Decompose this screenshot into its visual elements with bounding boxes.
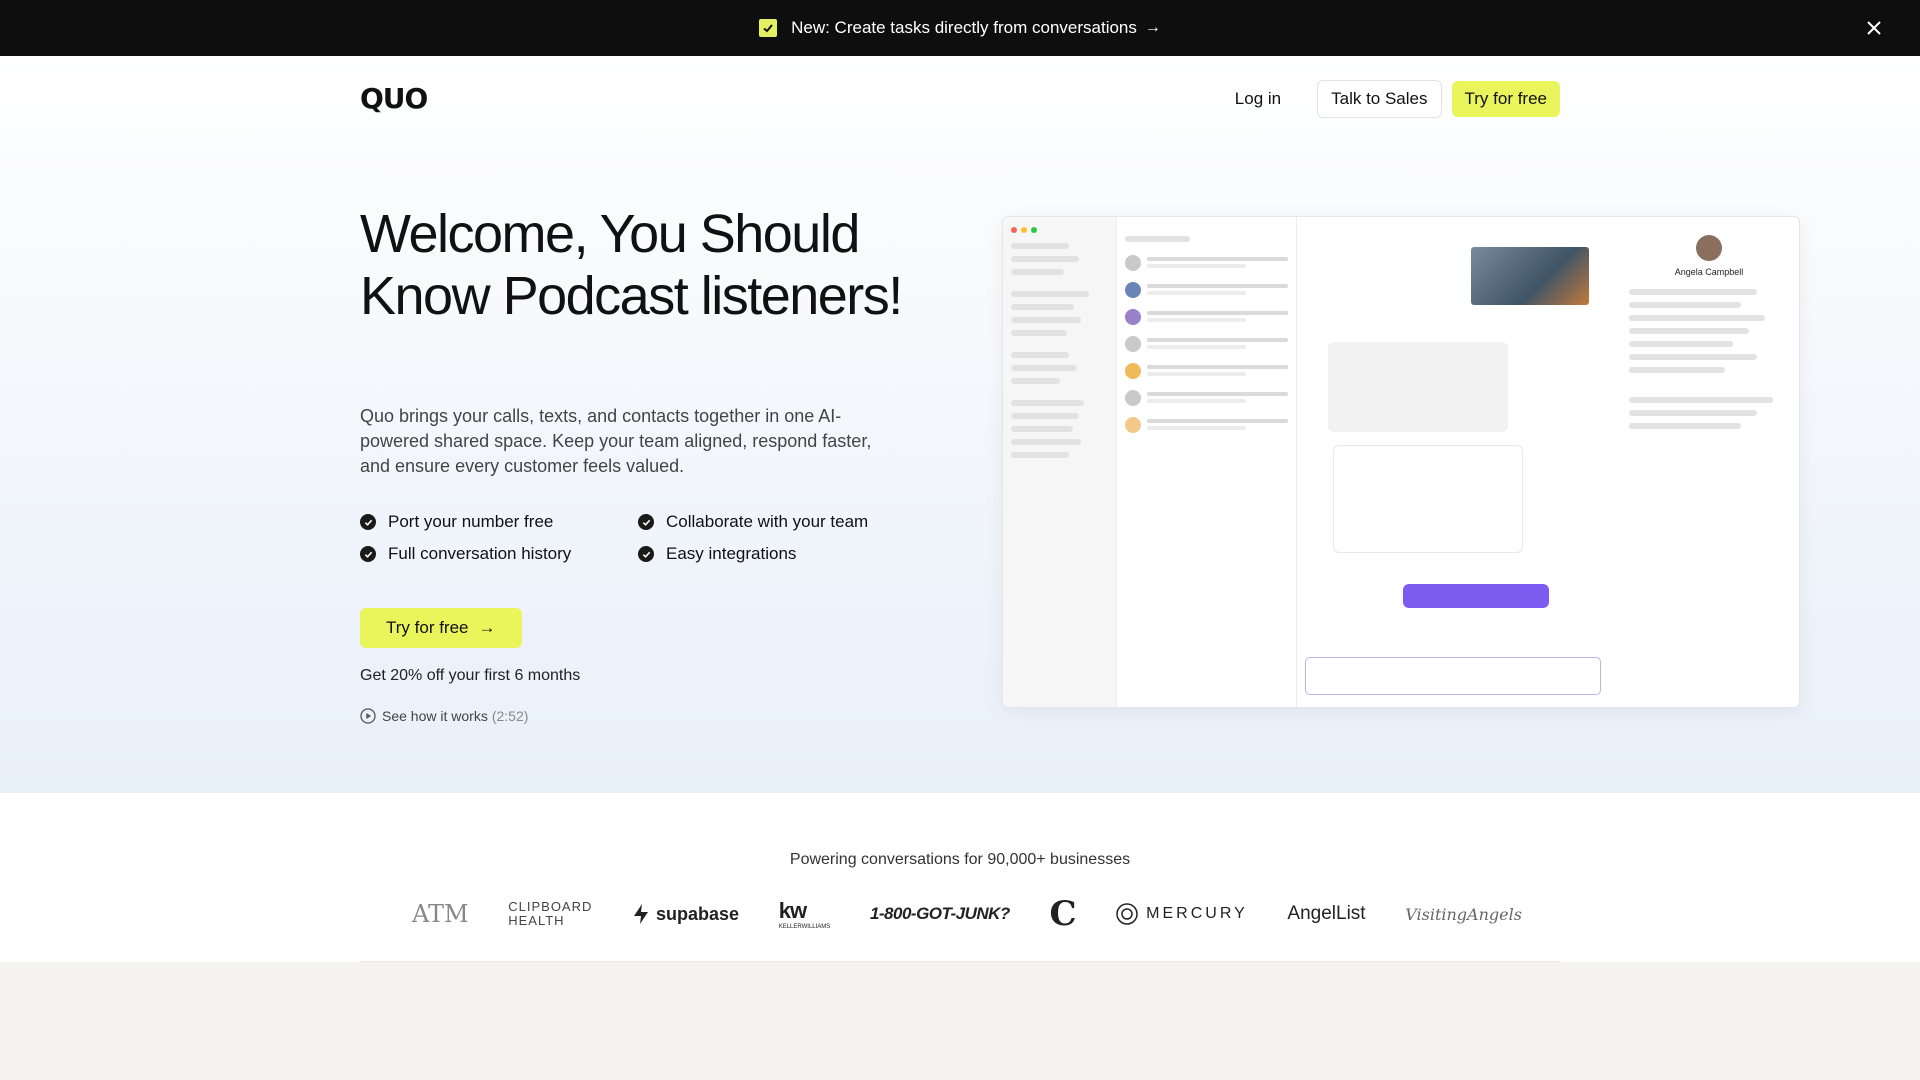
feature-item: Full conversation history bbox=[360, 544, 638, 564]
see-how-it-works-link[interactable]: See how it works (2:52) bbox=[360, 708, 528, 724]
check-circle-icon bbox=[360, 546, 376, 562]
close-icon bbox=[1867, 21, 1881, 35]
announcement-link[interactable]: New: Create tasks directly from conversa… bbox=[759, 18, 1161, 38]
screenshot-conversation-list bbox=[1117, 217, 1297, 707]
top-nav: Log in Talk to Sales Try for free bbox=[1221, 80, 1560, 118]
logos-title: Powering conversations for 90,000+ busin… bbox=[789, 851, 1131, 868]
arrow-right-icon: → bbox=[478, 618, 496, 637]
login-link[interactable]: Log in bbox=[1221, 81, 1295, 117]
checkbox-icon bbox=[759, 19, 778, 37]
check-circle-icon bbox=[638, 514, 654, 530]
feature-item: Port your number free bbox=[360, 512, 638, 532]
clipboard-health-logo: CLIPBOARD HEALTH bbox=[508, 899, 593, 928]
screenshot-photo bbox=[1471, 247, 1589, 305]
feature-label: Easy integrations bbox=[666, 544, 797, 563]
hero-try-for-free-button[interactable]: Try for free → bbox=[360, 608, 522, 648]
feature-list: Port your number free Collaborate with y… bbox=[360, 512, 900, 564]
feature-label: Full conversation history bbox=[388, 544, 572, 563]
product-screenshot: Angela Campbell bbox=[1002, 216, 1800, 708]
screenshot-missed-call bbox=[1328, 342, 1508, 432]
hero-subtext: Quo brings your calls, texts, and contac… bbox=[360, 406, 872, 476]
play-circle-icon bbox=[360, 708, 376, 724]
avatar bbox=[1696, 235, 1722, 261]
quo-logo[interactable]: QUO bbox=[360, 82, 428, 115]
logo-row: ATM CLIPBOARD HEALTH supabase kw KELLERWIL… bbox=[412, 894, 1522, 934]
cta-label: Try for free bbox=[386, 618, 469, 637]
screenshot-sent-message bbox=[1403, 584, 1549, 608]
discount-text: Get 20% off your first 6 months bbox=[360, 667, 581, 684]
feature-item: Easy integrations bbox=[638, 544, 900, 564]
check-circle-icon bbox=[360, 514, 376, 530]
announcement-text: New: Create tasks directly from conversa… bbox=[791, 18, 1137, 37]
supabase-logo: supabase bbox=[632, 904, 739, 925]
screenshot-sidebar bbox=[1003, 217, 1117, 707]
visiting-angels-logo: VisitingAngels bbox=[1405, 904, 1522, 924]
customer-logos-section: Powering conversations for 90,000+ busin… bbox=[0, 793, 1920, 962]
watch-label: See how it works bbox=[382, 708, 488, 724]
feature-item: Collaborate with your team bbox=[638, 512, 900, 532]
feature-label: Port your number free bbox=[388, 512, 554, 531]
announcement-bar: New: Create tasks directly from conversa… bbox=[0, 0, 1920, 56]
keller-williams-logo: kw KELLERWILLIAMS bbox=[778, 898, 831, 930]
close-button[interactable] bbox=[1860, 14, 1888, 42]
divider bbox=[360, 961, 1560, 962]
try-for-free-button[interactable]: Try for free bbox=[1451, 81, 1560, 117]
arrow-right-icon: → bbox=[1144, 19, 1161, 36]
feature-label: Collaborate with your team bbox=[666, 512, 869, 531]
check-circle-icon bbox=[638, 546, 654, 562]
mercury-logo: MERCURY bbox=[1116, 903, 1248, 925]
page-title: Welcome, You Should Know Podcast listene… bbox=[360, 204, 903, 326]
texas-am-logo: ATM bbox=[412, 900, 469, 928]
screenshot-composer bbox=[1305, 657, 1601, 695]
screenshot-profile: Angela Campbell bbox=[1617, 217, 1799, 707]
video-duration: (2:52) bbox=[491, 708, 529, 724]
profile-name: Angela Campbell bbox=[1674, 267, 1744, 277]
angellist-logo: AngelList bbox=[1287, 903, 1366, 924]
c-logo: C bbox=[1049, 894, 1077, 934]
talk-to-sales-button[interactable]: Talk to Sales bbox=[1317, 80, 1442, 118]
mercury-mark-icon bbox=[1116, 903, 1138, 925]
supabase-bolt-icon bbox=[634, 904, 649, 924]
screenshot-thread bbox=[1333, 445, 1523, 553]
got-junk-logo: 1-800-GOT-JUNK? bbox=[869, 904, 1010, 923]
